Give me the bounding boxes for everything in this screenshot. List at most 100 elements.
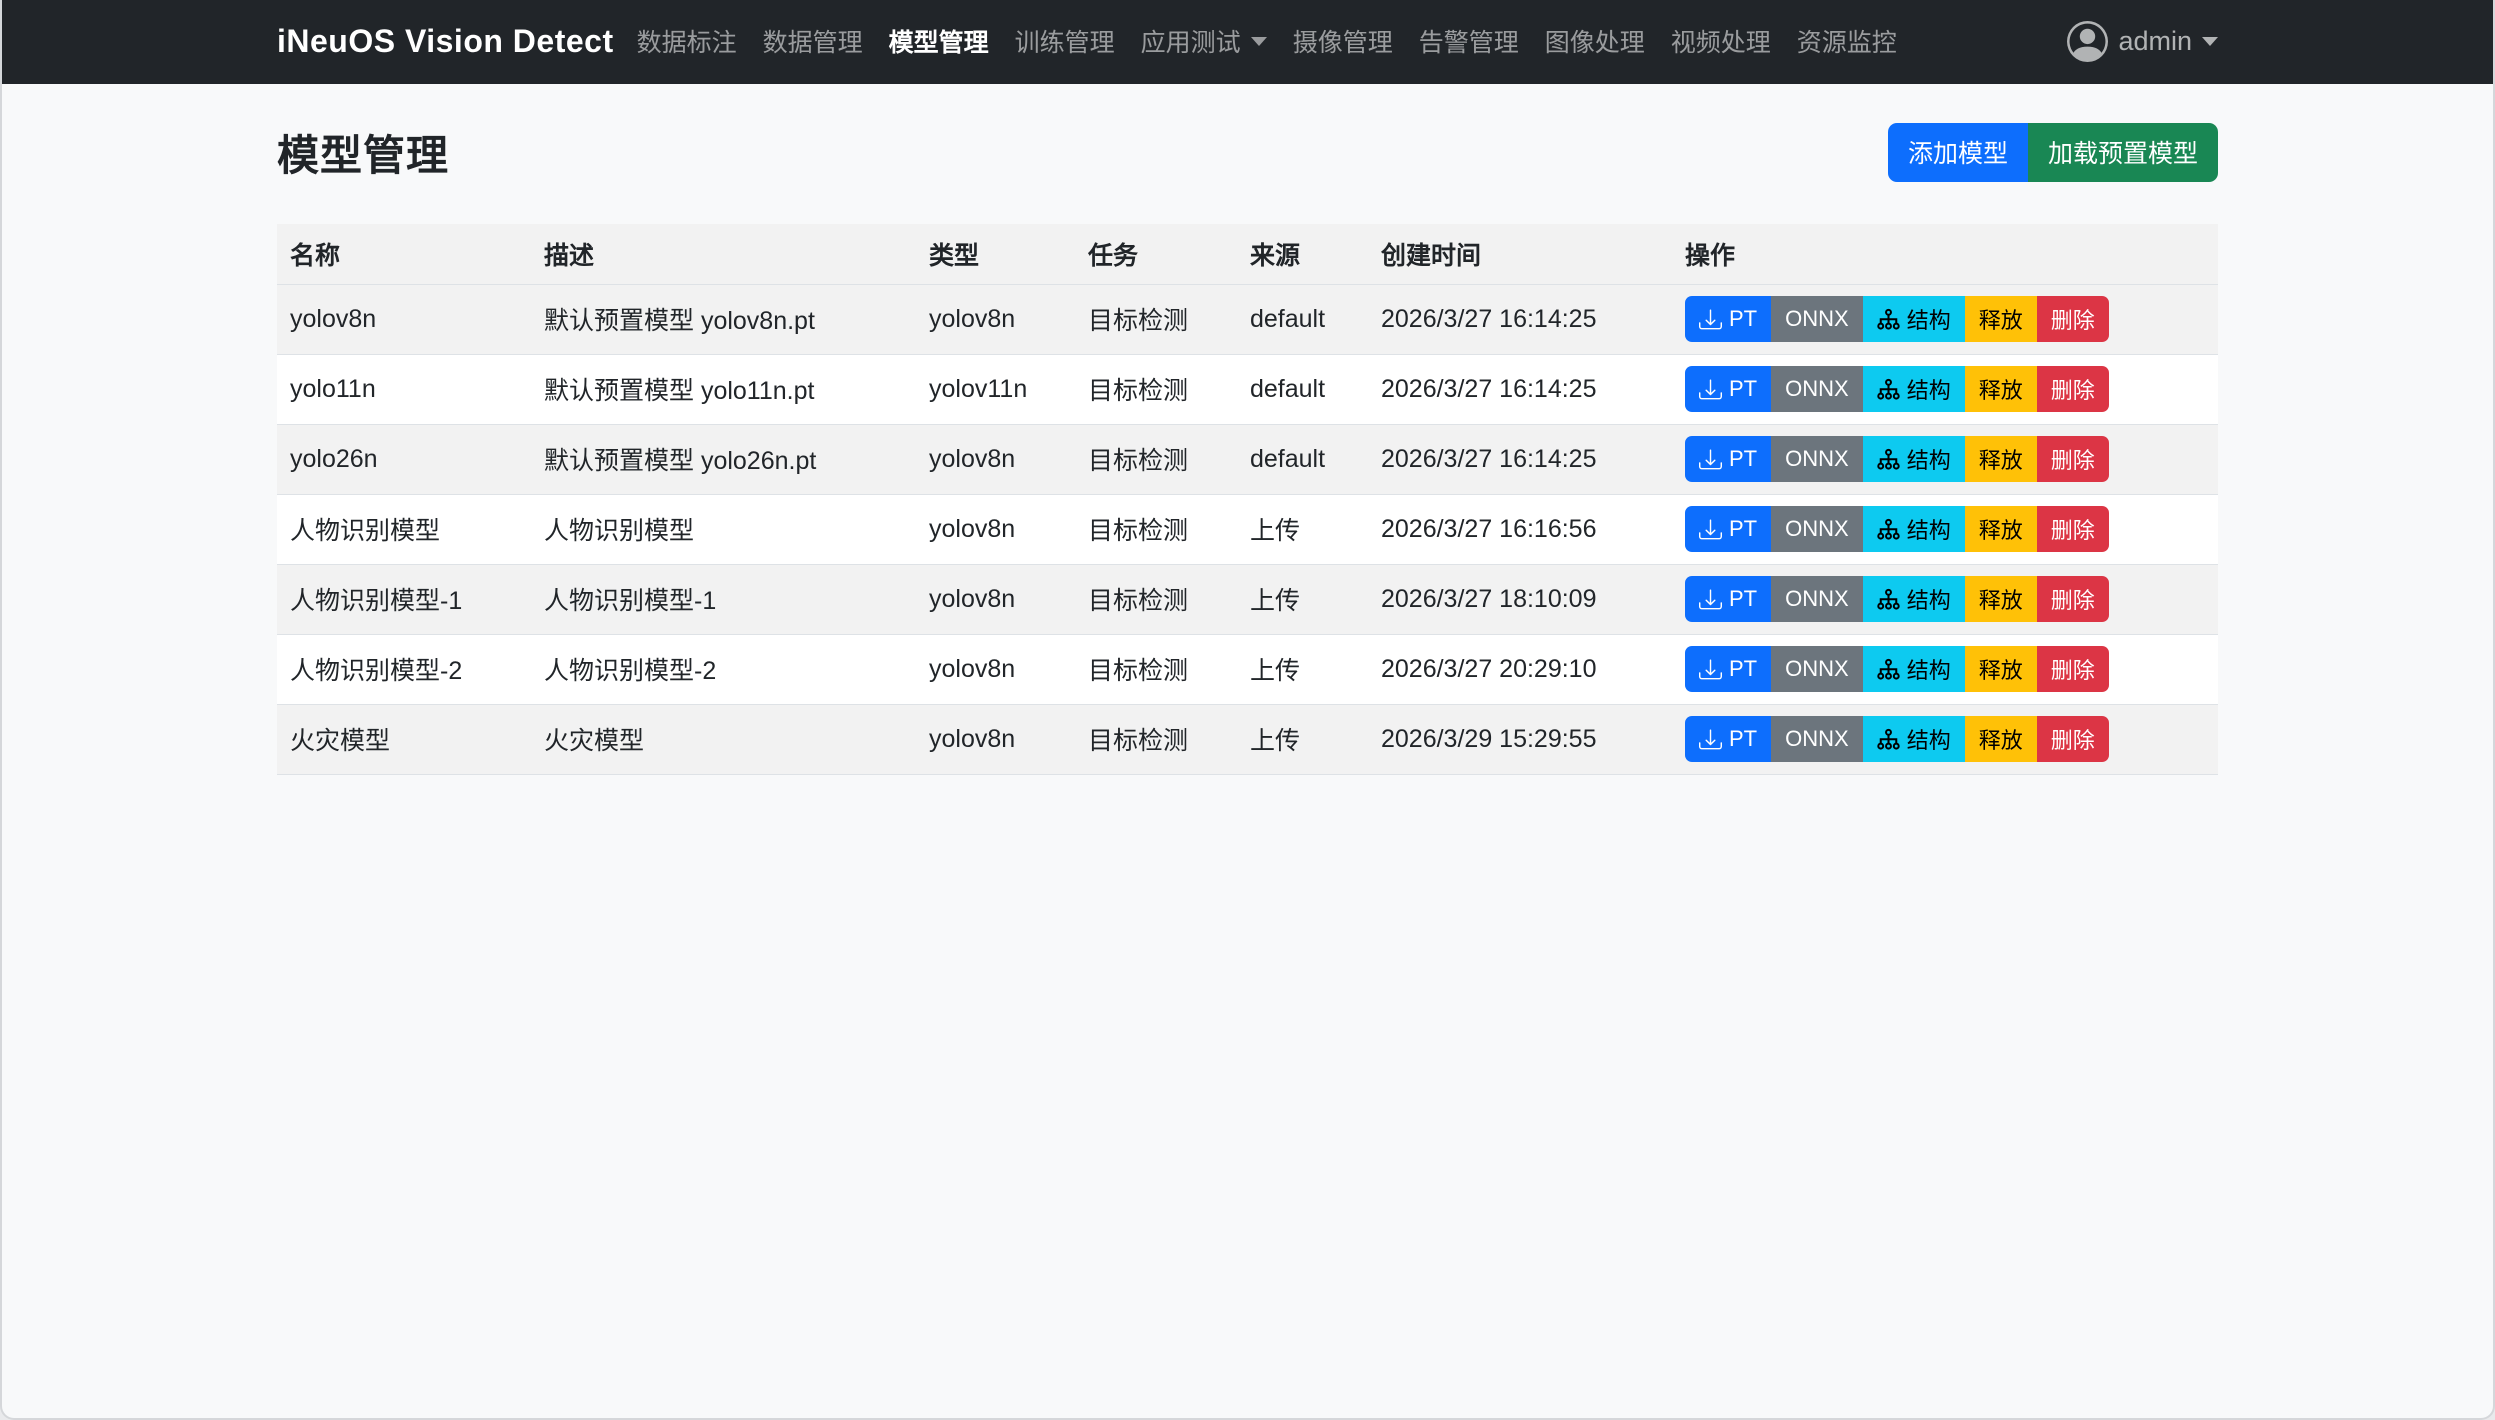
nav-item-alarm-management[interactable]: 告警管理 <box>1406 23 1532 59</box>
pt-button-label: PT <box>1729 306 1757 332</box>
nav-item-data-annotation[interactable]: 数据标注 <box>624 23 750 59</box>
model-table: 名称 描述 类型 任务 来源 创建时间 操作 yolov8n 默认预置模型 yo… <box>277 224 2218 775</box>
structure-button[interactable]: 结构 <box>1863 646 1965 692</box>
cell-name: 人物识别模型 <box>277 494 531 564</box>
delete-button[interactable]: 删除 <box>2037 716 2109 762</box>
structure-button[interactable]: 结构 <box>1863 296 1965 342</box>
cell-created-at: 2026/3/27 16:16:56 <box>1368 494 1672 564</box>
structure-button-label: 结构 <box>1907 723 1951 755</box>
release-button[interactable]: 释放 <box>1965 366 2037 412</box>
onnx-button[interactable]: ONNX <box>1771 576 1863 622</box>
cell-actions: PT ONNX 结构 释放 <box>1672 284 2218 354</box>
release-button[interactable]: 释放 <box>1965 296 2037 342</box>
delete-button[interactable]: 删除 <box>2037 646 2109 692</box>
delete-button[interactable]: 删除 <box>2037 576 2109 622</box>
onnx-button[interactable]: ONNX <box>1771 646 1863 692</box>
release-button-label: 释放 <box>1979 303 2023 335</box>
structure-button[interactable]: 结构 <box>1863 716 1965 762</box>
nav-item-resource-monitor[interactable]: 资源监控 <box>1784 23 1910 59</box>
nav-item-image-processing[interactable]: 图像处理 <box>1532 23 1658 59</box>
release-button[interactable]: 释放 <box>1965 506 2037 552</box>
delete-button-label: 删除 <box>2051 583 2095 615</box>
download-pt-button[interactable]: PT <box>1685 576 1771 622</box>
column-header-desc: 描述 <box>531 224 916 284</box>
delete-button[interactable]: 删除 <box>2037 366 2109 412</box>
pt-button-label: PT <box>1729 516 1757 542</box>
download-pt-button[interactable]: PT <box>1685 646 1771 692</box>
download-icon <box>1699 448 1722 471</box>
release-button[interactable]: 释放 <box>1965 436 2037 482</box>
cell-actions: PT ONNX 结构 释放 <box>1672 634 2218 704</box>
delete-button-label: 删除 <box>2051 513 2095 545</box>
nav-item-video-processing[interactable]: 视频处理 <box>1658 23 1784 59</box>
cell-task: 目标检测 <box>1075 424 1237 494</box>
delete-button[interactable]: 删除 <box>2037 506 2109 552</box>
onnx-button[interactable]: ONNX <box>1771 366 1863 412</box>
table-header-row: 名称 描述 类型 任务 来源 创建时间 操作 <box>277 224 2218 284</box>
navbar: iNeuOS Vision Detect 数据标注数据管理模型管理训练管理应用测… <box>0 0 2495 84</box>
nav-item-label: 训练管理 <box>1015 23 1115 59</box>
onnx-button-label: ONNX <box>1785 656 1849 682</box>
cell-source: default <box>1237 354 1368 424</box>
user-menu-button[interactable]: admin <box>2067 21 2218 62</box>
column-header-actions: 操作 <box>1672 224 2218 284</box>
download-icon <box>1699 518 1722 541</box>
structure-button[interactable]: 结构 <box>1863 436 1965 482</box>
cell-type: yolov8n <box>916 424 1075 494</box>
cell-name: 火灾模型 <box>277 704 531 774</box>
release-button-label: 释放 <box>1979 513 2023 545</box>
cell-source: 上传 <box>1237 634 1368 704</box>
cell-description: 人物识别模型-2 <box>531 634 916 704</box>
person-circle-icon <box>2067 21 2108 62</box>
delete-button[interactable]: 删除 <box>2037 436 2109 482</box>
onnx-button[interactable]: ONNX <box>1771 296 1863 342</box>
brand-link[interactable]: iNeuOS Vision Detect <box>277 23 614 60</box>
cell-name: 人物识别模型-1 <box>277 564 531 634</box>
page-header: 模型管理 添加模型 加载预置模型 <box>277 122 2218 182</box>
release-button[interactable]: 释放 <box>1965 576 2037 622</box>
nav-item-data-management[interactable]: 数据管理 <box>750 23 876 59</box>
onnx-button-label: ONNX <box>1785 726 1849 752</box>
cell-actions: PT ONNX 结构 释放 <box>1672 704 2218 774</box>
cell-actions: PT ONNX 结构 释放 <box>1672 354 2218 424</box>
download-pt-button[interactable]: PT <box>1685 436 1771 482</box>
download-pt-button[interactable]: PT <box>1685 296 1771 342</box>
release-button[interactable]: 释放 <box>1965 646 2037 692</box>
table-row: yolo26n 默认预置模型 yolo26n.pt yolov8n 目标检测 d… <box>277 424 2218 494</box>
cell-task: 目标检测 <box>1075 634 1237 704</box>
diagram-icon <box>1877 728 1900 751</box>
nav-item-training-management[interactable]: 训练管理 <box>1002 23 1128 59</box>
download-icon <box>1699 588 1722 611</box>
onnx-button-label: ONNX <box>1785 516 1849 542</box>
structure-button[interactable]: 结构 <box>1863 506 1965 552</box>
nav-item-app-test[interactable]: 应用测试 <box>1128 23 1280 59</box>
nav-item-label: 摄像管理 <box>1293 23 1393 59</box>
structure-button[interactable]: 结构 <box>1863 366 1965 412</box>
cell-type: yolov8n <box>916 634 1075 704</box>
load-preset-model-button[interactable]: 加载预置模型 <box>2028 123 2218 182</box>
onnx-button[interactable]: ONNX <box>1771 716 1863 762</box>
download-pt-button[interactable]: PT <box>1685 506 1771 552</box>
onnx-button-label: ONNX <box>1785 376 1849 402</box>
delete-button-label: 删除 <box>2051 303 2095 335</box>
nav-item-label: 视频处理 <box>1671 23 1771 59</box>
download-pt-button[interactable]: PT <box>1685 716 1771 762</box>
structure-button[interactable]: 结构 <box>1863 576 1965 622</box>
release-button[interactable]: 释放 <box>1965 716 2037 762</box>
delete-button[interactable]: 删除 <box>2037 296 2109 342</box>
cell-source: 上传 <box>1237 704 1368 774</box>
cell-task: 目标检测 <box>1075 564 1237 634</box>
nav-item-camera-management[interactable]: 摄像管理 <box>1280 23 1406 59</box>
table-row: 人物识别模型-2 人物识别模型-2 yolov8n 目标检测 上传 2026/3… <box>277 634 2218 704</box>
pt-button-label: PT <box>1729 446 1757 472</box>
onnx-button[interactable]: ONNX <box>1771 436 1863 482</box>
cell-created-at: 2026/3/29 15:29:55 <box>1368 704 1672 774</box>
structure-button-label: 结构 <box>1907 443 1951 475</box>
download-pt-button[interactable]: PT <box>1685 366 1771 412</box>
onnx-button[interactable]: ONNX <box>1771 506 1863 552</box>
cell-type: yolov8n <box>916 564 1075 634</box>
chevron-down-icon <box>2202 37 2218 46</box>
nav-item-model-management[interactable]: 模型管理 <box>876 23 1002 59</box>
add-model-button[interactable]: 添加模型 <box>1888 123 2028 182</box>
download-icon <box>1699 658 1722 681</box>
